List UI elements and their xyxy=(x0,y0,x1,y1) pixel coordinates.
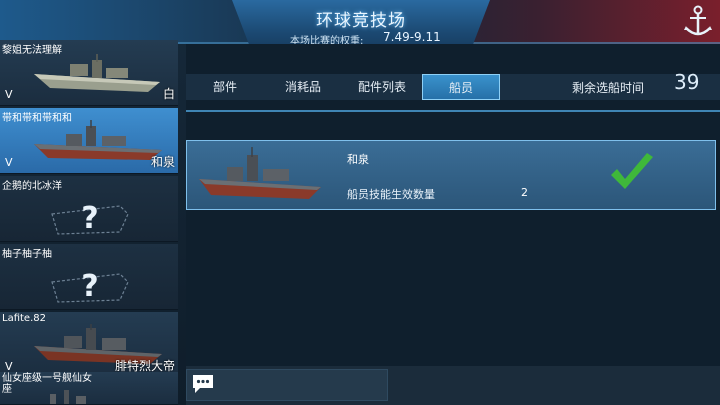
crew-skill-value: 2 xyxy=(521,186,528,199)
ship-card-name: 企鹅的北冰洋 xyxy=(2,181,62,192)
ship-card-name: Lafite.82 xyxy=(2,313,46,324)
battleship-icon xyxy=(34,54,160,92)
battleship-icon xyxy=(199,147,321,199)
remaining-time-label: 剩余选船时间 xyxy=(572,81,645,95)
tab-parts[interactable]: 部件 xyxy=(186,74,264,100)
svg-text:?: ? xyxy=(81,269,98,304)
ship-level: V xyxy=(5,156,13,169)
battleship-icon xyxy=(34,120,162,160)
crew-skill-label: 船员技能生效数量 xyxy=(347,188,435,201)
tab-accessory-list[interactable]: 配件列表 xyxy=(342,74,422,100)
checkmark-icon xyxy=(611,153,653,189)
ship-list: 黎姐无法理解 V 白 带和带和带和和 V 和泉 企鹅的北冰洋 ? 柚子柚子柚 ?… xyxy=(0,40,178,405)
ship-card[interactable]: 黎姐无法理解 V 白 xyxy=(0,40,178,106)
chat-input[interactable] xyxy=(186,369,388,401)
weight-value: 7.49-9.11 xyxy=(383,30,441,44)
remaining-time-value: 39 xyxy=(674,70,700,94)
tab-crew[interactable]: 船员 xyxy=(422,74,500,100)
ship-card-name: 柚子柚子柚 xyxy=(2,249,52,260)
anchor-icon[interactable] xyxy=(678,2,718,42)
question-mark-icon: ? xyxy=(51,201,129,236)
battleship-icon xyxy=(50,390,86,404)
chat-bubble-icon[interactable] xyxy=(191,373,215,395)
question-mark-icon: ? xyxy=(51,269,129,304)
ship-tag: 和泉 xyxy=(150,155,175,169)
divider xyxy=(186,110,720,112)
game-screen: 环球竞技场 本场比赛的权重: 7.49-9.11 黎姐无法理解 V 白 带和带和… xyxy=(0,0,720,405)
svg-text:?: ? xyxy=(81,201,98,236)
crew-ship-name: 和泉 xyxy=(347,153,369,166)
crew-row[interactable]: 和泉 船员技能生效数量 2 xyxy=(186,140,716,210)
ship-tag: 白 xyxy=(162,87,175,101)
page-title: 环球竞技场 xyxy=(316,11,406,31)
ship-card-selected[interactable]: 带和带和带和和 V 和泉 xyxy=(0,108,178,174)
ship-level: V xyxy=(5,88,13,101)
ship-card[interactable]: Lafite.82 V 腓特烈大帝 xyxy=(0,312,178,378)
ship-card-unknown[interactable]: 企鹅的北冰洋 ? xyxy=(0,176,178,242)
ship-card-partial[interactable]: 仙女座级一号舰仙女座 xyxy=(0,372,178,405)
tab-consumables[interactable]: 消耗品 xyxy=(264,74,342,100)
ship-card-unknown[interactable]: 柚子柚子柚 ? xyxy=(0,244,178,310)
